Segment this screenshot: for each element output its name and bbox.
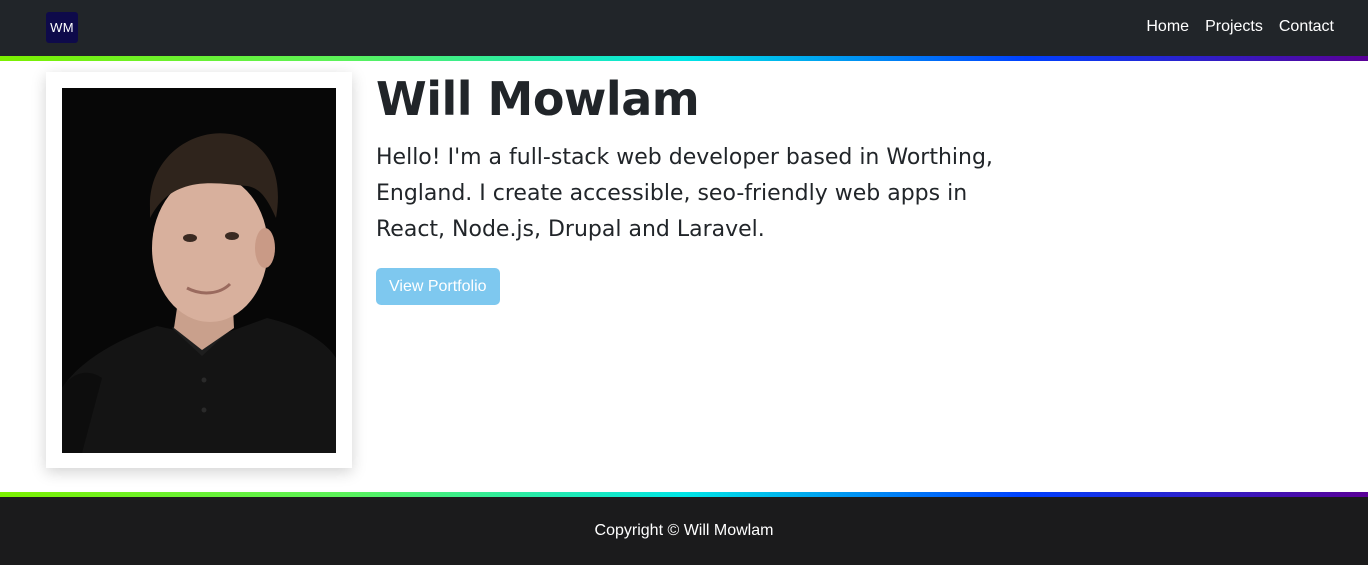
- bio-text: Hello! I'm a full-stack web developer ba…: [376, 145, 993, 242]
- profile-photo-card: [46, 72, 352, 468]
- nav-link-projects[interactable]: Projects: [1205, 17, 1263, 37]
- nav-link-home[interactable]: Home: [1146, 17, 1189, 37]
- footer: Copyright © Will Mowlam: [0, 497, 1368, 565]
- copyright-text: Copyright © Will Mowlam: [594, 522, 774, 539]
- profile-photo: [62, 88, 336, 453]
- nav-link-contact[interactable]: Contact: [1279, 17, 1334, 37]
- gradient-divider-top: [0, 56, 1368, 61]
- brand-logo[interactable]: WM: [46, 12, 78, 43]
- view-portfolio-button[interactable]: View Portfolio: [376, 268, 500, 305]
- navbar: WM Home Projects Contact: [0, 0, 1368, 56]
- hero-intro: Will Mowlam Hello! I'm a full-stack web …: [376, 70, 1016, 305]
- page-title: Will Mowlam: [376, 72, 700, 126]
- nav-links: Home Projects Contact: [1146, 17, 1334, 37]
